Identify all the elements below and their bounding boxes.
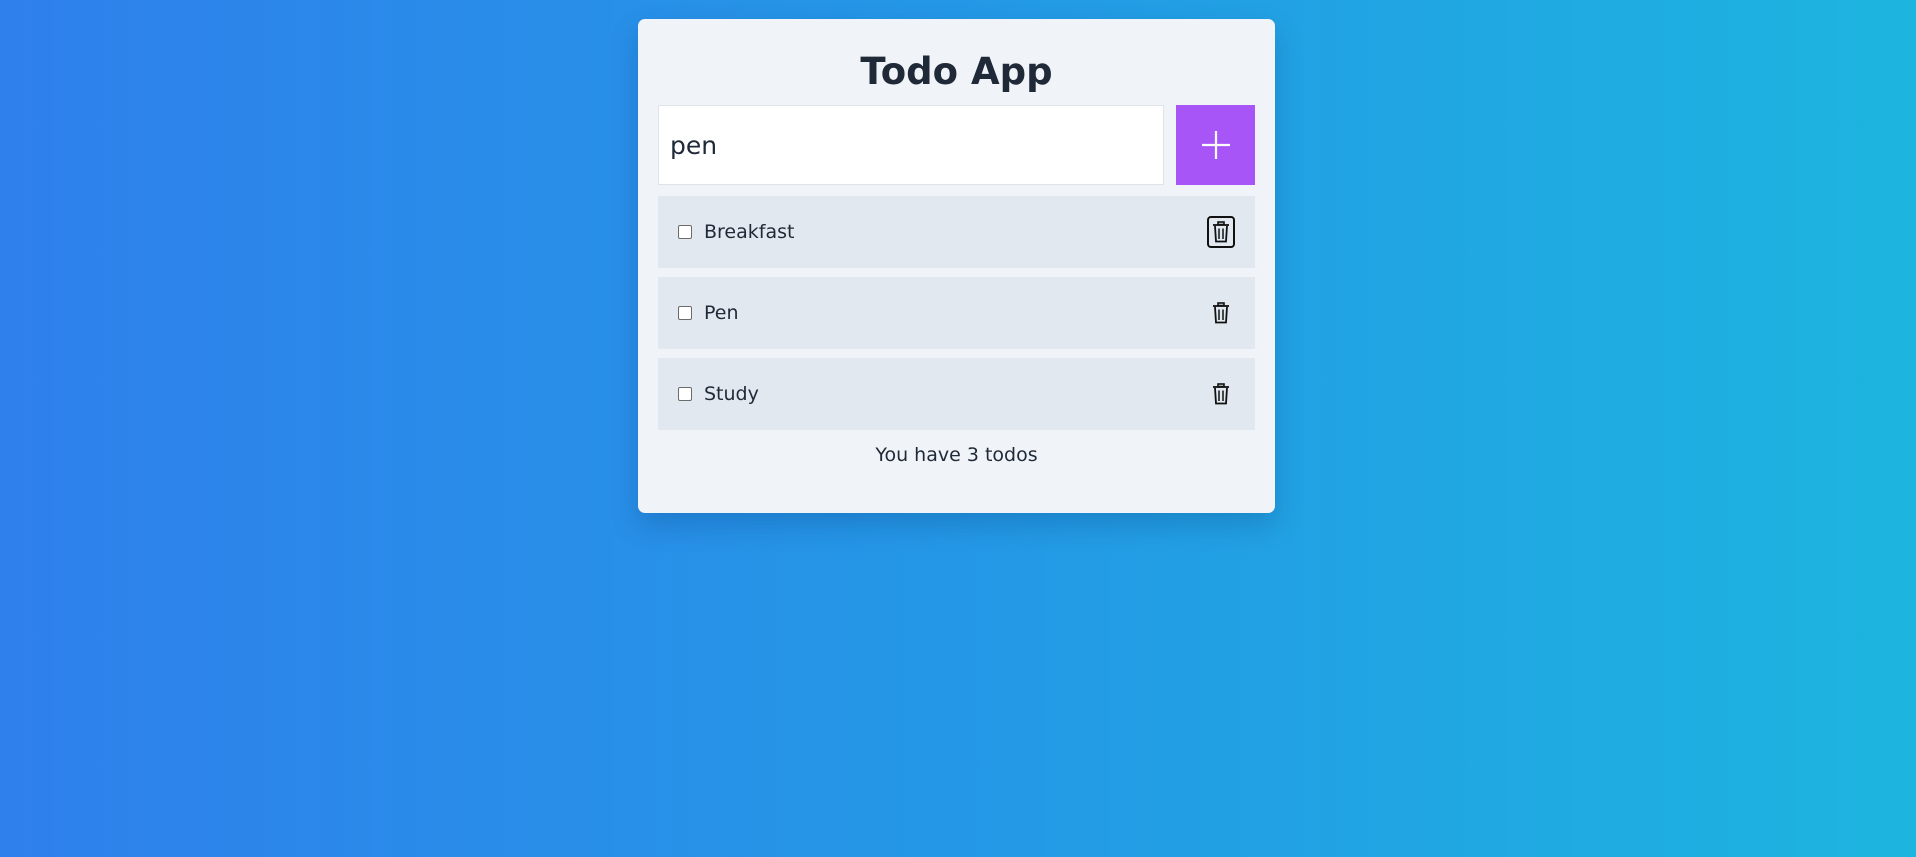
todo-label: Breakfast [704,221,795,243]
todo-input[interactable] [658,105,1164,185]
todo-label: Pen [704,302,739,324]
todo-list: Breakfast Pen Study [658,196,1255,430]
todo-item: Study [658,358,1255,430]
todo-checkbox[interactable] [678,387,692,401]
add-todo-button[interactable] [1176,105,1255,185]
app-title: Todo App [860,50,1053,93]
todo-checkbox[interactable] [678,306,692,320]
todo-card: Todo App Breakfast [638,19,1275,513]
delete-todo-button[interactable] [1207,216,1235,248]
todo-label: Study [704,383,759,405]
delete-todo-button[interactable] [1207,378,1235,410]
todo-checkbox[interactable] [678,225,692,239]
trash-icon [1213,302,1229,324]
plus-icon [1201,131,1230,159]
todo-item: Breakfast [658,196,1255,268]
trash-icon [1213,383,1229,405]
todo-item: Pen [658,277,1255,349]
add-todo-row [658,105,1255,185]
trash-icon [1213,221,1229,243]
delete-todo-button[interactable] [1207,297,1235,329]
todo-count-text: You have 3 todos [875,444,1038,466]
